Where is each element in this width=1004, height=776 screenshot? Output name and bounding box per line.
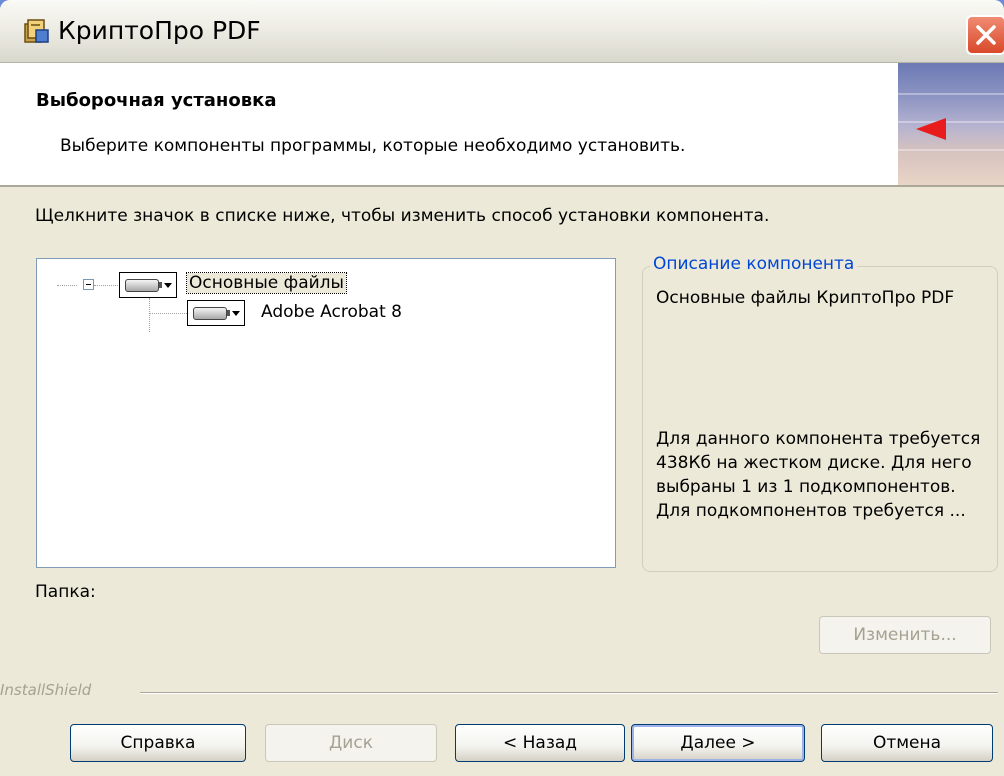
red-arrow-icon [916, 118, 946, 140]
footer-divider [140, 692, 998, 694]
folder-label: Папка: [35, 582, 96, 602]
back-button[interactable]: < Назад [455, 724, 625, 762]
tree-connector [57, 285, 77, 286]
component-description-group [642, 266, 998, 572]
installshield-label: InstallShield [0, 681, 92, 699]
close-button[interactable] [966, 15, 1004, 55]
hard-drive-icon [125, 279, 162, 292]
banner-subtitle: Выберите компоненты программы, которые н… [60, 136, 686, 156]
tree-connector [149, 298, 150, 332]
collapse-icon[interactable] [83, 279, 94, 290]
feature-tree[interactable]: Основные файлы Adobe Acrobat 8 [36, 258, 616, 568]
next-button[interactable]: Далее > [631, 724, 805, 762]
tree-connector [94, 285, 118, 286]
cancel-button[interactable]: Отмена [821, 724, 993, 762]
help-button[interactable]: Справка [70, 724, 246, 762]
close-icon [976, 25, 996, 45]
component-description: Основные файлы КриптоПро PDF [656, 288, 955, 308]
instruction-text: Щелкните значок в списке ниже, чтобы изм… [35, 206, 770, 226]
installer-icon [24, 19, 49, 43]
tree-item-adobe-acrobat[interactable]: Adobe Acrobat 8 [261, 302, 402, 322]
disk-button[interactable]: Диск [265, 724, 437, 762]
dropdown-arrow-icon [164, 283, 172, 288]
hard-drive-icon [193, 307, 230, 320]
component-size-details: Для данного компонента требуется 438Кб н… [656, 429, 981, 521]
feature-state-dropdown[interactable] [187, 300, 245, 326]
tree-item-main-files[interactable]: Основные файлы [186, 272, 347, 294]
banner-title: Выборочная установка [36, 90, 277, 111]
dropdown-arrow-icon [232, 311, 240, 316]
title-bar[interactable]: КриптоПро PDF [0, 0, 1004, 63]
tree-connector [149, 313, 187, 314]
installer-window: КриптоПро PDF Выборочная установка Выбер… [0, 0, 1004, 776]
banner-graphic [898, 63, 1004, 185]
window-title: КриптоПро PDF [58, 16, 261, 45]
group-title: Описание компонента [650, 254, 858, 274]
feature-state-dropdown[interactable] [119, 272, 177, 298]
header-banner: Выборочная установка Выберите компоненты… [0, 63, 1004, 187]
change-button[interactable]: Изменить... [819, 616, 991, 654]
